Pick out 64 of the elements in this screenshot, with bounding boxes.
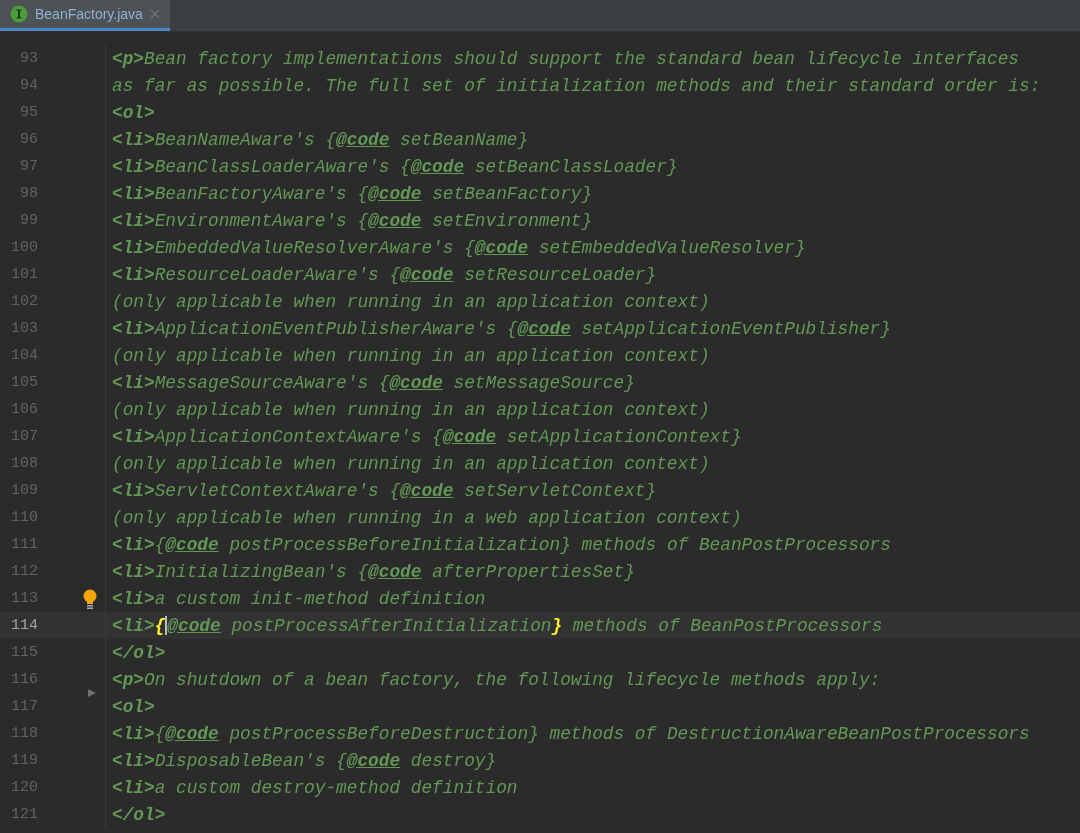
code-line: </ol> [111,642,166,663]
code-line: <li>EnvironmentAware's {@code setEnvironment} [111,210,593,231]
code-line: as far as possible. The full set of initialization methods and their standard order is: [111,75,1041,96]
code-line: (only applicable when running in an application context) [111,453,710,474]
line-number: 99 [19,212,38,229]
code-line: <li>ResourceLoaderAware's {@code setResourceLoader} [111,264,657,285]
line-number: 110 [10,509,38,526]
code-line: <li>MessageSourceAware's {@code setMessageSource} [111,372,635,393]
line-number: 111 [10,536,38,553]
lightbulb-icon[interactable] [83,588,97,609]
line-number: 105 [10,374,38,391]
file-tab[interactable]: BeanFactory.java [0,0,170,31]
line-number: 116 [10,671,38,688]
code-line: <ol> [111,102,155,123]
line-number: 94 [19,77,38,94]
line-number: 102 [10,293,38,310]
interface-file-icon [10,5,28,23]
line-number: 114 [10,617,38,634]
line-number: 107 [10,428,38,445]
code-line: <li>ServletContextAware's {@code setServletContext} [111,480,657,501]
line-number: 113 [10,590,38,607]
line-number: 108 [10,455,38,472]
line-number: 101 [10,266,38,283]
line-number: 104 [10,347,38,364]
line-number: 93 [19,50,38,67]
line-number: 106 [10,401,38,418]
code-line: <li>InitializingBean's {@code afterPropertiesSet} [111,561,635,582]
code-line: <li>a custom destroy-method definition [111,777,518,798]
line-number: 96 [19,131,38,148]
code-line: (only applicable when running in an application context) [111,399,710,420]
line-number: 117 [10,698,38,715]
line-number: 115 [10,644,38,661]
line-number: 118 [10,725,38,742]
code-line: <li>DisposableBean's {@code destroy} [111,750,497,771]
fold-arrow-icon[interactable] [87,687,97,698]
line-number: 97 [19,158,38,175]
code-line: (only applicable when running in an application context) [111,291,710,312]
code-line: (only applicable when running in a web application context) [111,507,742,528]
code-line: <li>a custom init-method definition [111,588,486,609]
line-number: 120 [10,779,38,796]
tab-title: BeanFactory.java [35,6,143,22]
code-line: <li>ApplicationContextAware's {@code setApplicationContext} [111,426,742,447]
line-number: 109 [10,482,38,499]
code-line: <li>{@code postProcessBeforeDestruction} methods of DestructionAwareBeanPostProcessors [111,723,1030,744]
line-number: 100 [10,239,38,256]
code-line: <li>BeanNameAware's {@code setBeanName} [111,129,529,150]
line-number: 112 [10,563,38,580]
code-line: <li>BeanClassLoaderAware's {@code setBeanClassLoader} [111,156,678,177]
code-line: <li>EmbeddedValueResolverAware's {@code setEmbeddedValueResolver} [111,237,806,258]
code-line: (only applicable when running in an application context) [111,345,710,366]
code-line: <li>BeanFactoryAware's {@code setBeanFactory} [111,183,593,204]
close-icon[interactable] [149,9,160,19]
code-line: <p>Bean factory implementations should support the standard bean lifecycle interfaces [111,48,1019,69]
line-number: 95 [19,104,38,121]
code-line: <p>On shutdown of a bean factory, the following lifecycle methods apply: [111,669,881,690]
code-line: <ol> [111,696,155,717]
line-number: 121 [10,806,38,823]
code-line: <li>{@code postProcessBeforeInitialization} methods of BeanPostProcessors [111,534,891,555]
code-line: </ol> [111,804,166,825]
line-number: 119 [10,752,38,769]
line-number: 103 [10,320,38,337]
line-number: 98 [19,185,38,202]
code-line: <li>{@code postProcessAfterInitialization} methods of BeanPostProcessors [111,615,883,636]
code-line: <li>ApplicationEventPublisherAware's {@code setApplicationEventPublisher} [111,318,891,339]
